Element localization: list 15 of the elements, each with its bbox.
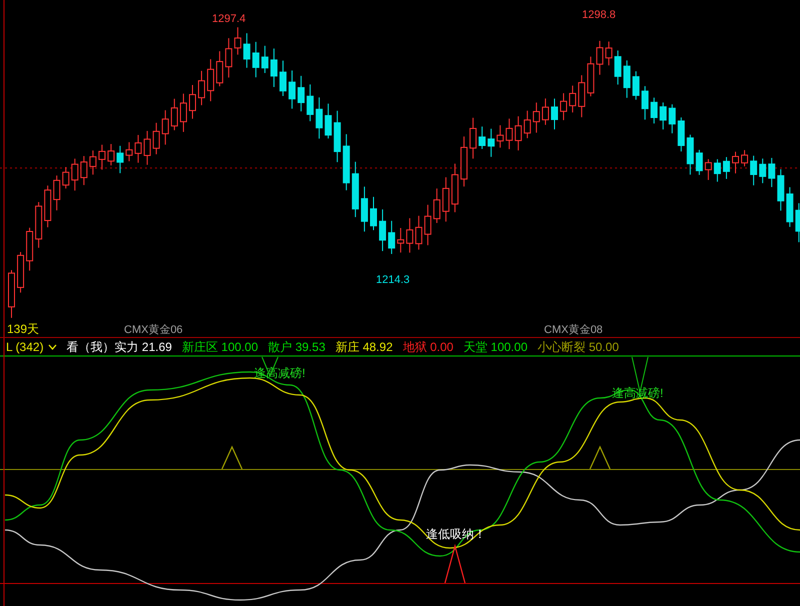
legend-item: 新庄区 100.00 [182, 341, 258, 353]
legend-item: 地狱 0.00 [402, 341, 454, 353]
high-price-label: 1297.4 [212, 14, 246, 25]
low-price-label: 1214.3 [376, 275, 410, 286]
legend-item: 新庄 48.92 [335, 341, 393, 353]
legend-item: 小心断裂 50.00 [538, 341, 619, 353]
period-label: 139天 [7, 323, 40, 335]
legend-item: 天堂 100.00 [463, 341, 528, 353]
indicator-name[interactable]: L (342) [6, 341, 44, 353]
contract-label: CMX黄金08 [544, 325, 603, 336]
legend-item: 看（我）实力 21.69 [66, 341, 172, 353]
caret-icon[interactable] [48, 344, 57, 350]
legend-item: 散户 39.53 [268, 341, 326, 353]
high-price-label: 1298.8 [582, 10, 616, 21]
contract-label: CMX黄金06 [124, 325, 183, 336]
